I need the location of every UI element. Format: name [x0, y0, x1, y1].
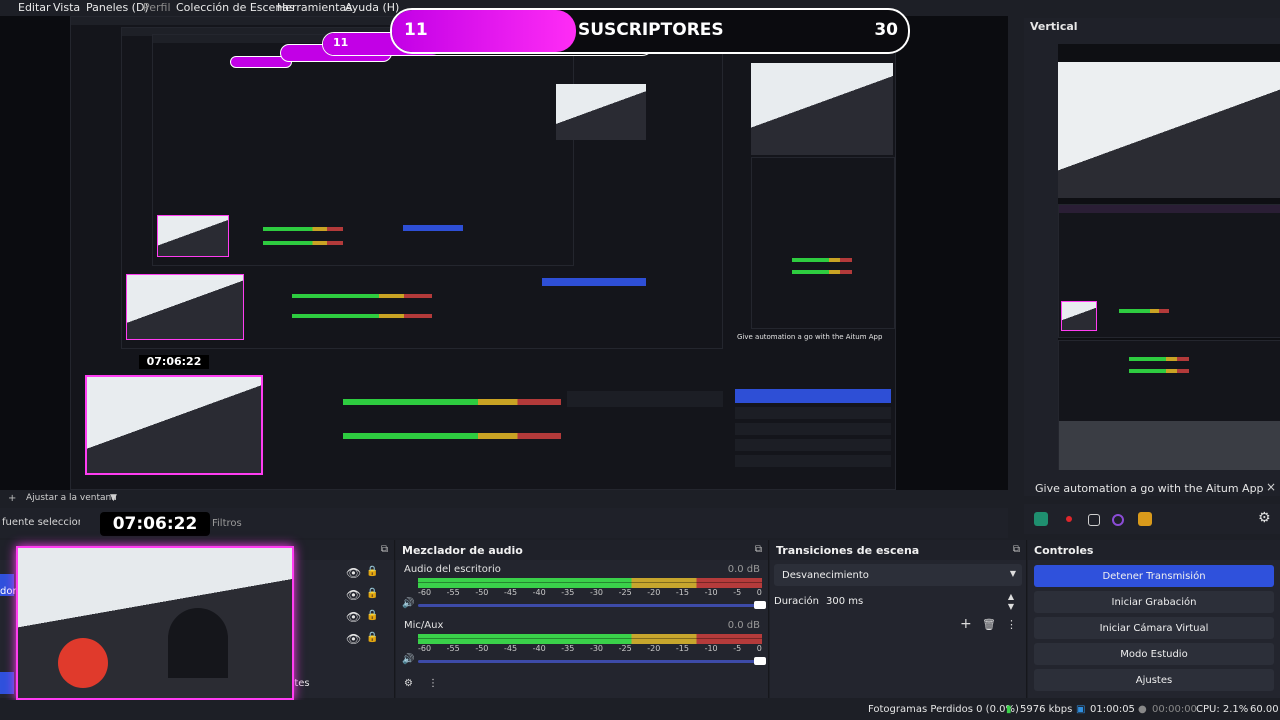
mixer-settings-icon[interactable]: ⚙ — [404, 678, 413, 689]
speaker-icon[interactable]: 🔊 — [402, 598, 414, 609]
start-virtual-camera-button[interactable]: Iniciar Cámara Virtual — [1034, 617, 1274, 639]
replay-buffer-icon[interactable] — [1112, 514, 1124, 526]
source-item-label: dor — [0, 586, 17, 597]
chevron-down-icon[interactable]: ▼ — [1008, 602, 1014, 611]
transitions-dock: Transiciones de escena ⧉ Desvanecimiento … — [770, 540, 1027, 698]
duration-value: 300 ms — [826, 596, 864, 607]
overlay-ghost-current: 11 — [333, 36, 349, 49]
duration-input[interactable]: 300 ms ▲ ▼ — [820, 592, 1022, 612]
chevron-up-icon[interactable]: ▲ — [1008, 592, 1014, 601]
track-mic-label: Mic/Aux — [404, 620, 444, 631]
add-icon[interactable]: + — [8, 493, 16, 504]
record-status-icon: ● — [1138, 704, 1147, 715]
chevron-down-icon[interactable]: ▼ — [110, 493, 117, 503]
status-bar: Fotogramas Perdidos 0 (0.0%) ▮ 5976 kbps… — [0, 700, 1280, 720]
popout-icon[interactable]: ⧉ — [1013, 544, 1020, 555]
aitum-close-button[interactable]: × — [1266, 480, 1276, 494]
signal-icon: ▮ — [1006, 704, 1012, 715]
popout-icon[interactable]: ⧉ — [381, 544, 388, 555]
chevron-down-icon: ▼ — [1009, 569, 1016, 578]
dropped-frames: Fotogramas Perdidos 0 (0.0%) — [868, 704, 1019, 715]
stream-time: 01:00:05 — [1090, 704, 1135, 715]
transitions-title: Transiciones de escena — [776, 544, 920, 557]
eye-icon[interactable]: 👁 — [346, 566, 361, 580]
audio-mixer-title: Mezclador de audio — [402, 544, 523, 557]
plush-toy — [58, 638, 108, 688]
nested-obs-capture: Give automation a go with the Aitum App … — [70, 16, 896, 490]
track-desktop-meter — [418, 578, 762, 588]
eye-icon[interactable]: 👁 — [346, 632, 361, 646]
aitum-toolbar: ⚙ — [1024, 504, 1280, 534]
lock-icon[interactable]: 🔒 — [366, 566, 378, 577]
track-desktop-volume-slider[interactable] — [418, 601, 766, 609]
cpu-usage: CPU: 2.1% — [1196, 704, 1249, 715]
track-mic-volume-slider[interactable] — [418, 657, 766, 665]
nested-aitum-text: Give automation a go with the Aitum App — [737, 333, 883, 341]
adjust-window-label[interactable]: Ajustar a la ventana — [26, 493, 117, 503]
record-icon[interactable] — [1062, 512, 1076, 526]
track-desktop-label: Audio del escritorio — [404, 564, 501, 575]
lock-icon[interactable]: 🔒 — [366, 588, 378, 599]
person-silhouette — [168, 608, 228, 678]
menu-editar[interactable]: Editar — [18, 1, 51, 14]
controls-title: Controles — [1034, 544, 1094, 557]
audio-mixer-dock: Mezclador de audio ⧉ Audio del escritorio… — [396, 540, 769, 698]
speaker-icon[interactable]: 🔊 — [402, 654, 414, 665]
studio-mode-button[interactable]: Modo Estudio — [1034, 643, 1274, 665]
trash-icon[interactable]: 🗑 — [982, 618, 996, 631]
main-preview[interactable]: Give automation a go with the Aitum App … — [0, 16, 1008, 490]
source-item-highlight[interactable] — [0, 672, 14, 694]
controls-dock: Controles Detener Transmisión Iniciar Gr… — [1028, 540, 1280, 698]
stream-toggle-icon[interactable] — [1034, 512, 1048, 526]
track-mic-db: 0.0 dB — [727, 620, 760, 631]
volume-knob[interactable] — [754, 657, 766, 665]
virtual-camera-icon[interactable] — [1088, 514, 1100, 526]
stop-stream-button[interactable]: Detener Transmisión — [1034, 565, 1274, 587]
vertical-panel-title: Vertical — [1030, 20, 1078, 33]
nested-obs-capture-inner — [121, 27, 723, 349]
stream-timer-overlay: 07:06:22 — [100, 512, 210, 536]
track-desktop-scale: -60 -55 -50 -45 -40 -35 -30 -25 -20 -15 -10 -5 0 — [418, 588, 762, 597]
track-desktop-db: 0.0 dB — [727, 564, 760, 575]
add-transition-button[interactable]: + — [960, 616, 972, 632]
nested-timer: 07:06:22 — [139, 355, 209, 369]
vertical-canvas[interactable] — [1058, 44, 1280, 470]
lock-icon[interactable]: 🔒 — [366, 610, 378, 621]
start-recording-button[interactable]: Iniciar Grabación — [1034, 591, 1274, 613]
bitrate: 5976 kbps — [1020, 704, 1073, 715]
menu-vista[interactable]: Vista — [53, 1, 80, 14]
fps: 60.00 / — [1250, 704, 1280, 715]
gear-icon[interactable]: ⚙ — [1258, 510, 1271, 526]
subscriber-label: SUSCRIPTORES — [578, 20, 724, 40]
menu-ayuda[interactable]: Ayuda (H) — [345, 1, 399, 14]
subscriber-goal-overlay: 11 SUSCRIPTORES 30 — [390, 8, 910, 54]
transition-select[interactable]: Desvanecimiento ▼ — [774, 564, 1022, 586]
settings-button[interactable]: Ajustes — [1034, 669, 1274, 691]
vertical-panel: Vertical Give automation a go with the A… — [1024, 18, 1280, 496]
mixer-menu-icon[interactable]: ⋮ — [428, 678, 438, 689]
subscriber-current-count: 11 — [404, 20, 428, 40]
eye-icon[interactable]: 👁 — [346, 610, 361, 624]
menu-paneles[interactable]: Paneles (D) — [86, 1, 149, 14]
track-mic-meter — [418, 634, 762, 644]
eye-icon[interactable]: 👁 — [346, 588, 361, 602]
transition-menu-icon[interactable]: ⋮ — [1006, 618, 1017, 631]
selected-source-label: fuente selecciona — [2, 517, 80, 528]
lock-icon[interactable]: 🔒 — [366, 632, 378, 643]
filters-button[interactable]: Filtros — [212, 518, 242, 529]
duration-label: Duración — [774, 596, 820, 607]
aitum-promo-text: Give automation a go with the Aitum App — [1035, 482, 1264, 495]
transition-select-value: Desvanecimiento — [782, 570, 869, 581]
volume-knob[interactable] — [754, 601, 766, 609]
popout-icon[interactable]: ⧉ — [755, 544, 762, 555]
stream-icon: ▣ — [1076, 704, 1086, 715]
menu-perfil[interactable]: Perfil — [143, 1, 171, 14]
menu-herramientas[interactable]: Herramientas — [277, 1, 352, 14]
subscriber-goal-count: 30 — [874, 20, 898, 40]
webcam-frame — [16, 546, 294, 700]
track-mic-scale: -60 -55 -50 -45 -40 -35 -30 -25 -20 -15 -10 -5 0 — [418, 644, 762, 653]
studio-mode-icon[interactable] — [1138, 512, 1152, 526]
record-time: 00:00:00 — [1152, 704, 1197, 715]
